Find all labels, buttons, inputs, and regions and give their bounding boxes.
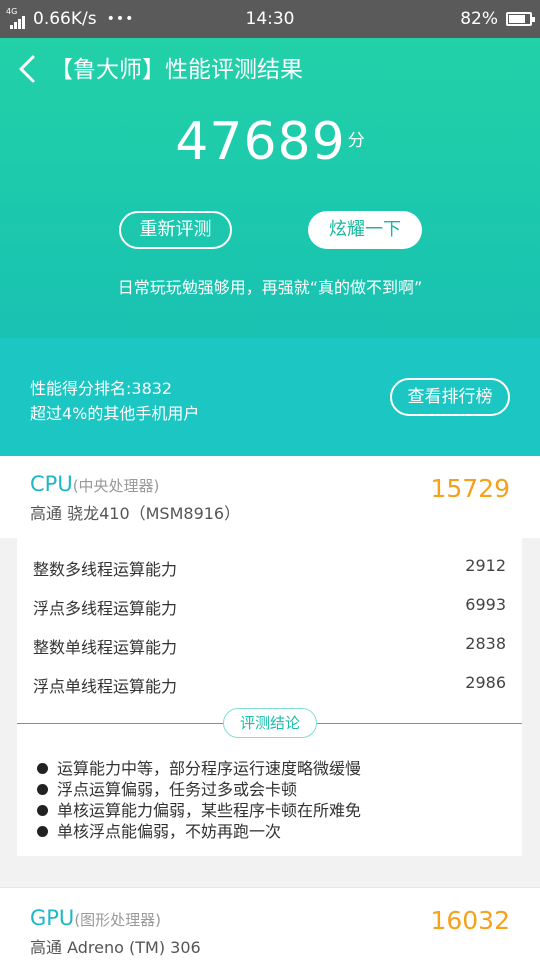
conclusion-list: 运算能力中等，部分程序运行速度略微缓慢 浮点运算偏弱，任务过多或会卡顿 单核运算… bbox=[35, 758, 505, 842]
view-ranking-button[interactable]: 查看排行榜 bbox=[390, 378, 510, 416]
bullet-icon bbox=[37, 784, 48, 795]
rank-band: 性能得分排名:3832 超过4%的其他手机用户 查看排行榜 bbox=[0, 338, 540, 456]
cpu-name: CPU bbox=[30, 472, 73, 496]
metric-label: 整数单线程运算能力 bbox=[33, 638, 178, 657]
score-comment: 日常玩玩勉强够用，再强就“真的做不到啊” bbox=[117, 278, 423, 297]
share-button[interactable]: 炫耀一下 bbox=[308, 211, 422, 249]
gpu-score: 16032 bbox=[430, 906, 510, 935]
result-hero: 【鲁大师】性能评测结果 47689 分 重新评测 炫耀一下 日常玩玩勉强够用，再强… bbox=[0, 38, 540, 338]
metric-label: 浮点多线程运算能力 bbox=[33, 599, 178, 618]
metric-row: 浮点单线程运算能力 2986 bbox=[33, 663, 506, 702]
cpu-score: 15729 bbox=[430, 474, 510, 503]
total-score: 47689 分 bbox=[0, 112, 540, 172]
battery-icon bbox=[506, 12, 535, 26]
back-arrow-icon[interactable] bbox=[14, 54, 44, 84]
cpu-section[interactable]: CPU(中央处理器) 高通 骁龙410（MSM8916） 15729 bbox=[0, 456, 540, 538]
status-right: 82% bbox=[460, 0, 535, 38]
metric-label: 整数多线程运算能力 bbox=[33, 560, 178, 579]
conclusion-text: 单核浮点能偏弱，不妨再跑一次 bbox=[57, 822, 282, 841]
cpu-name-sub: (中央处理器) bbox=[72, 477, 160, 495]
conclusion-item: 单核运算能力偏弱，某些程序卡顿在所难免 bbox=[35, 800, 505, 821]
total-score-unit: 分 bbox=[347, 131, 365, 151]
conclusion-text: 浮点运算偏弱，任务过多或会卡顿 bbox=[57, 780, 298, 799]
conclusion-text: 运算能力中等，部分程序运行速度略微缓慢 bbox=[57, 759, 362, 778]
metric-row: 整数单线程运算能力 2838 bbox=[33, 624, 506, 663]
bullet-icon bbox=[37, 763, 48, 774]
rank-position: 性能得分排名:3832 bbox=[30, 379, 173, 398]
gpu-chip: 高通 Adreno (TM) 306 bbox=[30, 938, 201, 957]
metric-label: 浮点单线程运算能力 bbox=[33, 677, 178, 696]
retest-button[interactable]: 重新评测 bbox=[119, 211, 232, 249]
gpu-title: GPU(图形处理器) bbox=[30, 906, 161, 930]
conclusion-item: 单核浮点能偏弱，不妨再跑一次 bbox=[35, 821, 505, 842]
rank-percentile: 超过4%的其他手机用户 bbox=[30, 404, 200, 423]
gpu-name-sub: (图形处理器) bbox=[74, 911, 162, 929]
metric-row: 整数多线程运算能力 2912 bbox=[33, 546, 506, 585]
page-title: 【鲁大师】性能评测结果 bbox=[50, 57, 303, 83]
gpu-name: GPU bbox=[30, 906, 75, 930]
bullet-icon bbox=[37, 805, 48, 816]
total-score-value: 47689 bbox=[175, 112, 346, 172]
metric-value: 2912 bbox=[465, 556, 506, 575]
cpu-title: CPU(中央处理器) bbox=[30, 472, 159, 496]
battery-percent: 82% bbox=[460, 9, 498, 29]
conclusion-title: 评测结论 bbox=[223, 708, 317, 738]
conclusion-text: 单核运算能力偏弱，某些程序卡顿在所难免 bbox=[57, 801, 362, 820]
metric-value: 2838 bbox=[465, 634, 506, 653]
clock: 14:30 bbox=[245, 9, 295, 29]
metric-value: 2986 bbox=[465, 673, 506, 692]
cpu-chip: 高通 骁龙410（MSM8916） bbox=[30, 504, 241, 523]
metric-value: 6993 bbox=[465, 595, 506, 614]
conclusion-item: 浮点运算偏弱，任务过多或会卡顿 bbox=[35, 779, 505, 800]
conclusion-item: 运算能力中等，部分程序运行速度略微缓慢 bbox=[35, 758, 505, 779]
metric-row: 浮点多线程运算能力 6993 bbox=[33, 585, 506, 624]
cpu-details: 整数多线程运算能力 2912 浮点多线程运算能力 6993 整数单线程运算能力 … bbox=[17, 538, 522, 856]
status-bar: 4G 0.66K/s ••• 14:30 82% bbox=[0, 0, 540, 38]
bullet-icon bbox=[37, 826, 48, 837]
gpu-section[interactable]: GPU(图形处理器) 高通 Adreno (TM) 306 16032 bbox=[0, 887, 540, 960]
